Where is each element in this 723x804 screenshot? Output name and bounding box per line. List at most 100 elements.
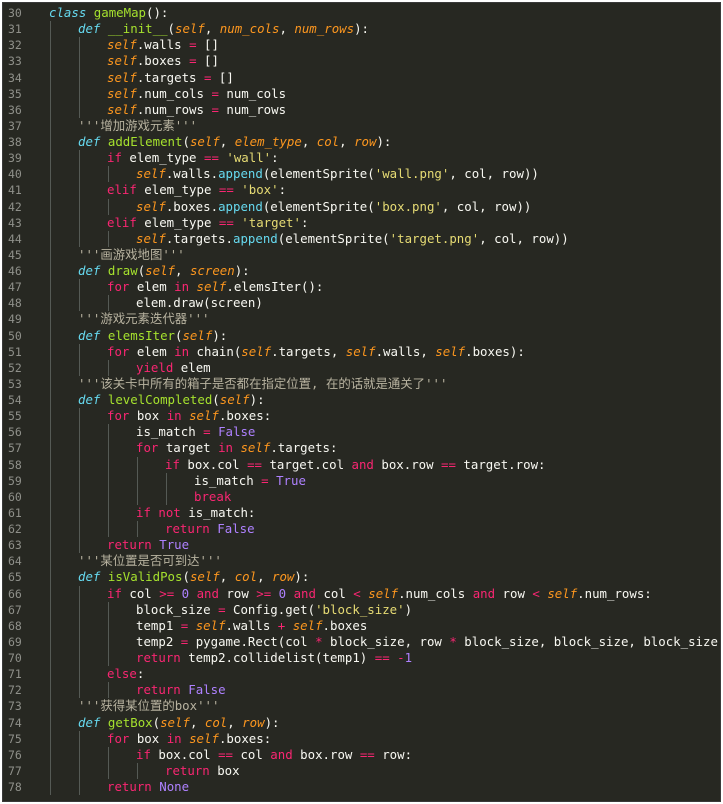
code-line[interactable]: 35 self.num_cols = num_cols — [3, 85, 720, 102]
code-line[interactable]: 60 break — [3, 488, 720, 505]
code-line[interactable]: 41 elif elem_type == 'box': — [3, 182, 720, 199]
indent-guide — [50, 343, 51, 360]
code-line[interactable]: 50 def elemsIter(self): — [3, 327, 720, 344]
code-line[interactable]: 70 return temp2.collidelist(temp1) == -1 — [3, 650, 720, 667]
code-editor[interactable]: 30 class gameMap(): 31 def __init__(self, n… — [2, 2, 721, 802]
indent-guide — [50, 682, 51, 699]
code-line[interactable]: 71 else: — [3, 666, 720, 683]
code-line[interactable]: 34 self.targets = [] — [3, 69, 720, 86]
code-line[interactable]: 75 for box in self.boxes: — [3, 730, 720, 747]
code-line[interactable]: 54 def levelCompleted(self): — [3, 392, 720, 409]
code-text: return box — [165, 762, 240, 778]
indent-guide — [50, 521, 51, 538]
code-text: elif elem_type == 'box': — [107, 182, 287, 198]
code-text: def getBox(self, col, row): — [78, 714, 280, 730]
line-number: 50 — [8, 328, 22, 343]
indent-guide — [50, 730, 51, 747]
code-line[interactable]: 47 for elem in self.elemsIter(): — [3, 279, 720, 296]
indent-guide — [50, 295, 51, 312]
indent-guide — [50, 230, 51, 247]
line-number: 66 — [8, 586, 22, 601]
code-line[interactable]: 42 self.boxes.append(elementSprite('box.p… — [3, 198, 720, 215]
line-number: 47 — [8, 280, 22, 295]
indent-guide — [50, 746, 51, 763]
code-text: def levelCompleted(self): — [78, 392, 265, 407]
line-number: 44 — [8, 231, 22, 246]
indent-guide — [79, 585, 80, 602]
code-text: self.boxes.append(elementSprite('box.png… — [136, 198, 532, 214]
code-line[interactable]: 49 '''游戏元素迭代器''' — [3, 311, 720, 328]
code-text: for box in self.boxes: — [107, 730, 272, 746]
indent-guide — [79, 182, 80, 199]
indent-guide — [79, 537, 80, 554]
code-line[interactable]: 51 for elem in chain(self.targets, self.w… — [3, 343, 720, 360]
code-line[interactable]: 58 if box.col == target.col and box.row =… — [3, 456, 720, 473]
code-line[interactable]: 55 for box in self.boxes: — [3, 408, 720, 425]
indent-guide — [79, 424, 80, 441]
code-line[interactable]: 64 '''某位置是否可到达''' — [3, 553, 720, 570]
code-text: def __init__(self, num_cols, num_rows): — [78, 21, 369, 37]
indent-guide — [166, 472, 167, 489]
code-line[interactable]: 78 return None — [3, 779, 720, 796]
code-line[interactable]: 33 self.boxes = [] — [3, 53, 720, 70]
code-text: if col >= 0 and row >= 0 and col < self.… — [107, 585, 652, 601]
code-line[interactable]: 68 temp1 = self.walls + self.boxes — [3, 617, 720, 634]
line-number: 76 — [8, 747, 22, 762]
code-text: elif elem_type == 'target': — [107, 214, 309, 230]
line-number: 61 — [8, 505, 22, 520]
code-line[interactable]: 66 if col >= 0 and row >= 0 and col < sel… — [3, 585, 720, 602]
code-line[interactable]: 61 if not is_match: — [3, 504, 720, 521]
code-line[interactable]: 30 class gameMap(): — [3, 5, 720, 21]
code-line[interactable]: 72 return False — [3, 682, 720, 699]
code-text: return False — [136, 682, 226, 698]
indent-guide — [50, 21, 51, 38]
indent-guide — [108, 633, 109, 650]
code-text: temp2 = pygame.Rect(col * block_size, ro… — [136, 633, 721, 649]
line-number: 78 — [8, 780, 22, 794]
code-line[interactable]: 44 self.targets.append(elementSprite('tar… — [3, 230, 720, 247]
code-text: temp1 = self.walls + self.boxes — [136, 617, 368, 633]
code-line[interactable]: 65 def isValidPos(self, col, row): — [3, 569, 720, 586]
code-line[interactable]: 31 def __init__(self, num_cols, num_rows)… — [3, 21, 720, 38]
code-line[interactable]: 57 for target in self.targets: — [3, 440, 720, 457]
code-line[interactable]: 37 '''增加游戏元素''' — [3, 117, 720, 134]
code-line[interactable]: 74 def getBox(self, col, row): — [3, 714, 720, 731]
line-number: 48 — [8, 296, 22, 311]
indent-guide — [79, 37, 80, 54]
code-line[interactable]: 76 if box.col == col and box.row == row: — [3, 746, 720, 763]
code-line[interactable]: 43 elif elem_type == 'target': — [3, 214, 720, 231]
line-number: 55 — [8, 409, 22, 424]
code-line[interactable]: 62 return False — [3, 521, 720, 538]
indent-guide — [108, 456, 109, 473]
line-number: 58 — [8, 457, 22, 472]
code-text: return True — [107, 537, 190, 553]
code-line[interactable]: 40 self.walls.append(elementSprite('wall.… — [3, 166, 720, 183]
indent-guide — [108, 440, 109, 457]
line-number: 72 — [8, 683, 22, 698]
code-text: if box.col == col and box.row == row: — [136, 746, 413, 762]
code-line[interactable]: 59 is_match = True — [3, 472, 720, 489]
code-line[interactable]: 32 self.walls = [] — [3, 37, 720, 54]
indent-guide — [50, 714, 51, 731]
code-line[interactable]: 46 def draw(self, screen): — [3, 263, 720, 280]
indent-guide — [50, 53, 51, 70]
code-line[interactable]: 69 temp2 = pygame.Rect(col * block_size, … — [3, 633, 721, 650]
code-line[interactable]: 73 '''获得某位置的box''' — [3, 698, 720, 715]
code-line[interactable]: 63 return True — [3, 537, 720, 554]
line-number: 71 — [8, 667, 22, 682]
code-line[interactable]: 36 self.num_rows = num_rows — [3, 101, 720, 118]
line-number: 36 — [8, 102, 22, 117]
indent-guide — [50, 182, 51, 199]
code-line[interactable]: 45 '''画游戏地图''' — [3, 246, 720, 263]
code-line[interactable]: 53 '''该关卡中所有的箱子是否都在指定位置, 在的话就是通关了''' — [3, 375, 720, 392]
code-line[interactable]: 39 if elem_type == 'wall': — [3, 150, 720, 167]
code-line[interactable]: 52 yield elem — [3, 359, 720, 376]
code-line[interactable]: 38 def addElement(self, elem_type, col, r… — [3, 134, 720, 151]
code-line[interactable]: 77 return box — [3, 762, 720, 779]
code-area[interactable]: 30 class gameMap(): 31 def __init__(self, n… — [3, 5, 721, 796]
code-line[interactable]: 67 block_size = Config.get('block_size') — [3, 601, 720, 618]
line-number: 65 — [8, 570, 22, 585]
code-line[interactable]: 48 elem.draw(screen) — [3, 295, 720, 312]
code-text: return temp2.collidelist(temp1) == -1 — [136, 650, 413, 665]
code-line[interactable]: 56 is_match = False — [3, 424, 720, 441]
